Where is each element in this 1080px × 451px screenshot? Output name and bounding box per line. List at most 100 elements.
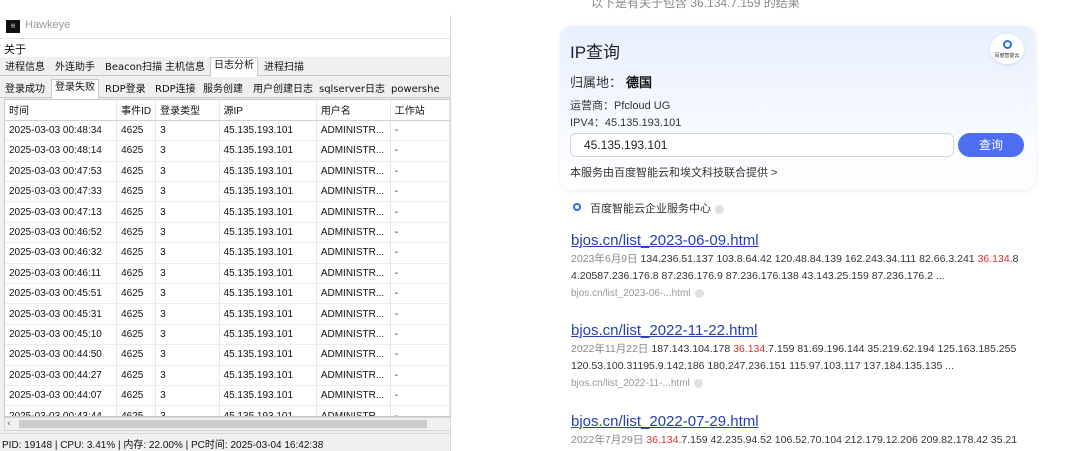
tab-rdp-login[interactable]: RDP登录 — [101, 81, 150, 98]
cell-username: ADMINISTR... — [316, 120, 391, 142]
cell-workstation: - — [390, 120, 450, 142]
result-title-link[interactable]: bjos.cn/list_2022-07-29.html — [571, 413, 1041, 430]
table-row[interactable]: 2025-03-03 00:46:32 4625 3 45.135.193.101 AD… — [5, 242, 450, 264]
table-row[interactable]: 2025-03-03 00:47:33 4625 3 45.135.193.101 AD… — [5, 181, 450, 203]
cell-workstation: - — [390, 222, 450, 244]
baidu-cloud-icon — [573, 203, 581, 211]
cell-event-id: 4625 — [116, 365, 157, 386]
result-snippet: 2023年6月9日 134.236.51.137 103.8.64.42 120… — [571, 253, 1019, 282]
status-text: PID: 19148 | CPU: 3.41% | 内存: 22.00% | P… — [2, 440, 324, 451]
cell-workstation: - — [390, 385, 450, 407]
ip-query-input[interactable] — [570, 133, 954, 157]
tab-log-analysis[interactable]: 日志分析 — [210, 57, 258, 77]
cell-logon-type: 3 — [155, 303, 220, 325]
more-info-icon[interactable] — [693, 378, 703, 388]
table-row[interactable]: 2025-03-03 00:45:10 4625 3 45.135.193.101 AD… — [5, 324, 450, 346]
cell-source-ip: 45.135.193.101 — [219, 222, 317, 244]
cell-workstation: - — [390, 324, 450, 346]
table-row[interactable]: 2025-03-03 00:47:13 4625 3 45.135.193.101 AD… — [5, 201, 450, 223]
cell-logon-type: 3 — [155, 283, 220, 305]
tab-login-success[interactable]: 登录成功 — [1, 81, 49, 98]
cell-source-ip: 45.135.193.101 — [219, 242, 317, 264]
column-header-logon-type[interactable]: 登录类型 — [155, 100, 220, 121]
provider-link[interactable]: 本服务由百度智能云和埃文科技联合提供 > — [570, 164, 777, 180]
cell-source-ip: 45.135.193.101 — [219, 120, 317, 142]
cell-source-ip: 45.135.193.101 — [219, 161, 317, 183]
main-tabs: 进程信息 外连助手 Beacon扫描 主机信息 日志分析 进程扫描 — [0, 57, 450, 77]
cell-time: 2025-03-03 00:44:27 — [5, 365, 118, 386]
more-info-icon[interactable] — [694, 288, 704, 298]
cell-event-id: 4625 — [116, 120, 157, 142]
cell-workstation: - — [390, 283, 450, 305]
column-header-time[interactable]: 时间 — [5, 100, 118, 121]
tab-service-create[interactable]: 服务创建 — [199, 81, 247, 98]
table-row[interactable]: 2025-03-03 00:44:27 4625 3 45.135.193.101 AD… — [5, 365, 450, 386]
tab-user-create-log[interactable]: 用户创建日志 — [249, 81, 317, 98]
cell-username: ADMINISTR... — [316, 344, 391, 366]
ipv4-text: IPV4：45.135.193.101 — [570, 117, 682, 129]
more-info-icon[interactable] — [715, 204, 724, 214]
cell-username: ADMINISTR... — [316, 201, 391, 223]
cell-logon-type: 3 — [155, 324, 220, 346]
cell-source-ip: 45.135.193.101 — [219, 283, 317, 305]
table-row[interactable]: 2025-03-03 00:44:50 4625 3 45.135.193.101 AD… — [5, 344, 450, 366]
table-row[interactable]: 2025-03-03 00:46:11 4625 3 45.135.193.101 AD… — [5, 263, 450, 285]
table-row[interactable]: 2025-03-03 00:48:34 4625 3 45.135.193.101 AD… — [5, 120, 450, 142]
cell-time: 2025-03-03 00:47:13 — [5, 201, 118, 223]
search-results-panel: 以下是有关于包含 36.134.7.159 的结果 IP查询 百度智能云 归属地… — [451, 0, 1080, 451]
cell-workstation: - — [390, 263, 450, 285]
table-row[interactable]: 2025-03-03 00:45:31 4625 3 45.135.193.101 AD… — [5, 303, 450, 325]
search-result: bjos.cn/list_2023-06-09.html 2023年6月9日 1… — [571, 232, 1041, 299]
tab-sqlserver-log[interactable]: sqlserver日志 — [315, 81, 389, 98]
table-row[interactable]: 2025-03-03 00:45:51 4625 3 45.135.193.101 AD… — [5, 283, 450, 305]
tab-powershell[interactable]: powershe — [387, 81, 444, 98]
cell-source-ip: 45.135.193.101 — [219, 201, 317, 223]
result-title-link[interactable]: bjos.cn/list_2022-11-22.html — [571, 322, 1041, 339]
tab-connection-helper[interactable]: 外连助手 — [51, 59, 99, 76]
column-header-event-id[interactable]: 事件ID — [116, 100, 157, 121]
table-row[interactable]: 2025-03-03 00:44:07 4625 3 45.135.193.101 AD… — [5, 385, 450, 407]
menu-about[interactable]: 关于 — [4, 41, 26, 57]
column-header-source-ip[interactable]: 源IP — [219, 100, 317, 121]
table-row[interactable]: 2025-03-03 00:48:14 4625 3 45.135.193.101 AD… — [5, 140, 450, 162]
scrollbar-thumb[interactable] — [19, 420, 427, 428]
tab-beacon-scan[interactable]: Beacon扫描 — [101, 59, 166, 76]
logo-text: 百度智能云 — [994, 53, 1020, 59]
source-link[interactable]: 百度智能云企业服务中心 — [590, 200, 724, 216]
cell-workstation: - — [390, 242, 450, 264]
tab-host-info[interactable]: 主机信息 — [161, 59, 209, 76]
result-url[interactable]: bjos.cn/list_2022-11-...html — [571, 378, 1041, 389]
tab-rdp-connect[interactable]: RDP连接 — [151, 81, 200, 98]
column-header-workstation[interactable]: 工作站 — [390, 100, 450, 121]
location-label: 归属地： — [570, 75, 623, 90]
tab-process-scan[interactable]: 进程扫描 — [260, 59, 308, 76]
location-value: 德国 — [626, 75, 653, 90]
column-header-username[interactable]: 用户名 — [316, 100, 391, 121]
cell-event-id: 4625 — [116, 201, 157, 223]
result-url[interactable]: bjos.cn/list_2023-06-...html — [571, 288, 1041, 299]
cell-time: 2025-03-03 00:48:34 — [5, 120, 118, 142]
tab-login-failed[interactable]: 登录失败 — [51, 79, 99, 99]
cell-source-ip: 45.135.193.101 — [219, 324, 317, 346]
result-title-link[interactable]: bjos.cn/list_2023-06-09.html — [571, 232, 1041, 249]
result-snippet: 2022年7月29日 36.134.7.159 42.235.94.52 106… — [571, 434, 1018, 446]
cell-username: ADMINISTR... — [316, 303, 391, 325]
scroll-left-icon[interactable]: ‹ — [7, 418, 11, 430]
horizontal-scrollbar[interactable]: ‹ — [4, 417, 450, 431]
table-row[interactable]: 2025-03-03 00:47:53 4625 3 45.135.193.101 AD… — [5, 161, 450, 183]
cell-logon-type: 3 — [155, 242, 220, 264]
log-table[interactable]: 时间 事件ID 登录类型 源IP 用户名 工作站 2025-03-03 00:4… — [4, 99, 450, 417]
source-label[interactable]: 百度智能云企业服务中心 — [590, 203, 711, 215]
table-row[interactable]: 2025-03-03 00:46:52 4625 3 45.135.193.101 AD… — [5, 222, 450, 244]
cell-logon-type: 3 — [155, 120, 220, 142]
cell-time: 2025-03-03 00:46:11 — [5, 263, 118, 285]
cell-username: ADMINISTR... — [316, 263, 391, 285]
query-button[interactable]: 查询 — [958, 133, 1024, 157]
table-row[interactable]: 2025-03-03 00:43:44 4625 3 45.135.193.101 AD… — [5, 405, 450, 416]
cell-event-id: 4625 — [116, 161, 157, 183]
tab-process-info[interactable]: 进程信息 — [1, 59, 49, 76]
cell-event-id: 4625 — [116, 344, 157, 366]
cell-workstation: - — [390, 405, 450, 416]
cell-time: 2025-03-03 00:46:52 — [5, 222, 118, 244]
cell-username: ADMINISTR... — [316, 365, 391, 386]
